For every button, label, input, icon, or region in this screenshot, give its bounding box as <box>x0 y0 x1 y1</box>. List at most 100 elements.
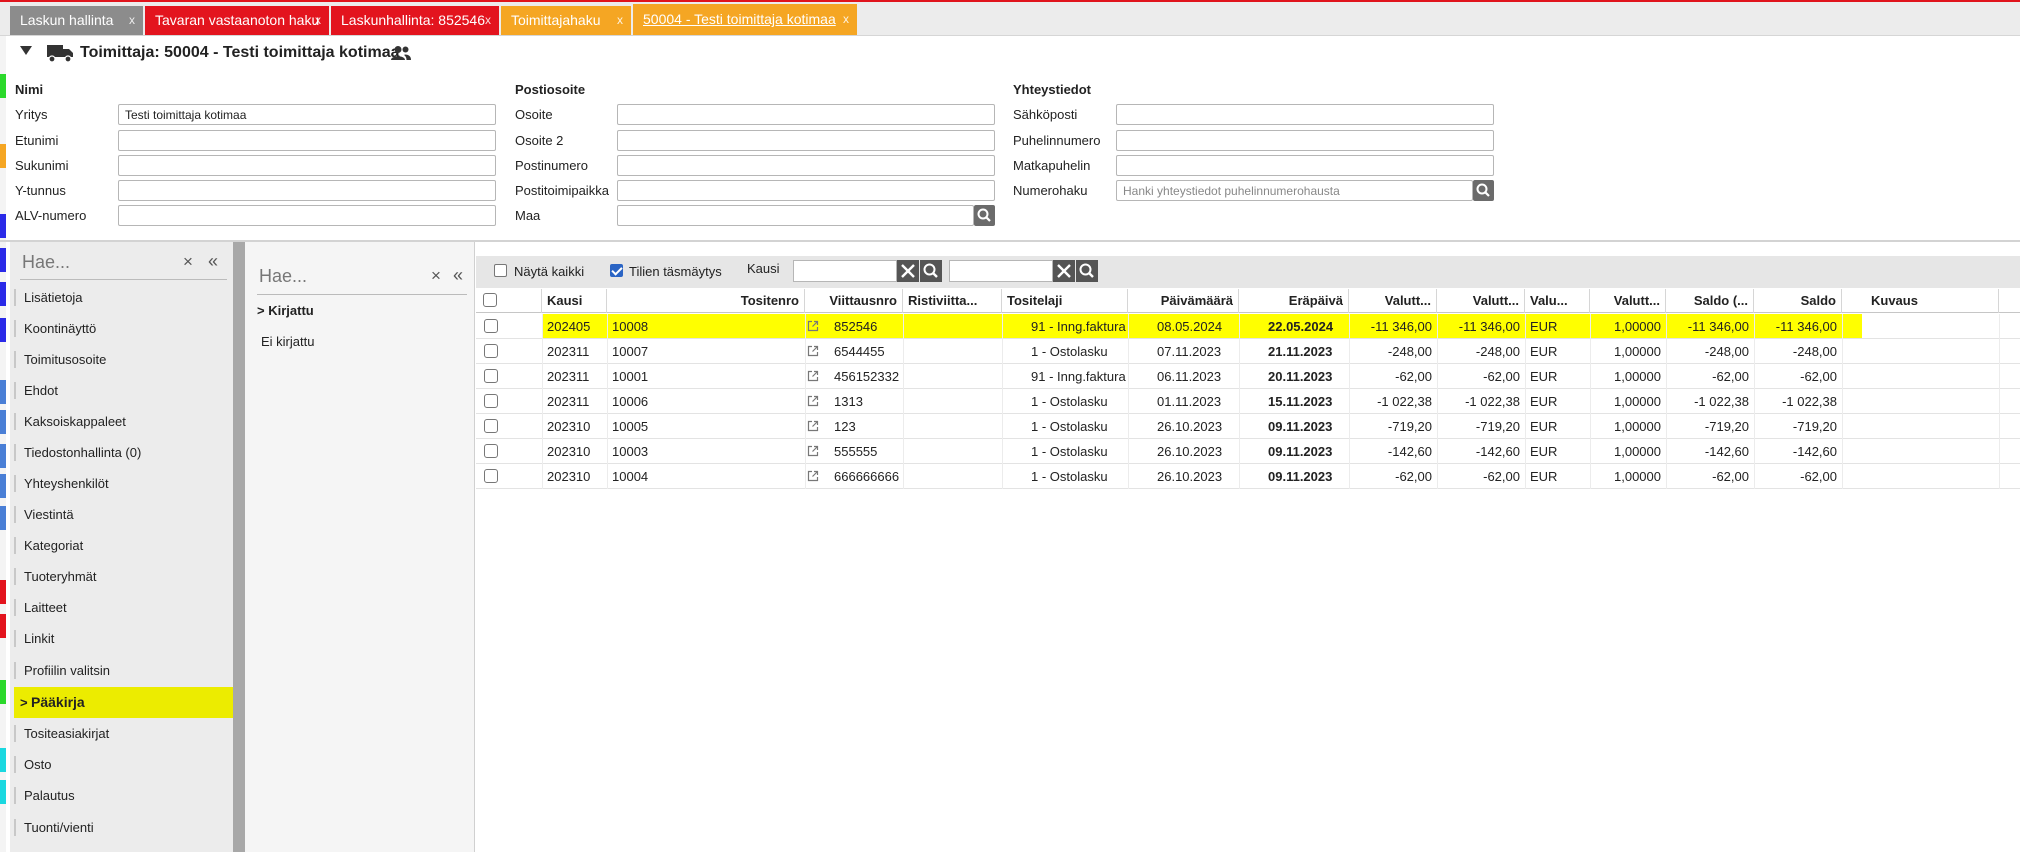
row-checkbox[interactable] <box>484 469 498 483</box>
column-header-ristiviittaus[interactable]: Ristiviitta... <box>903 289 1002 313</box>
table-row[interactable]: 202311 10007 6544455 1 - Ostolasku 07.11.202… <box>476 339 2020 364</box>
tab-close-icon[interactable]: x <box>617 6 623 35</box>
period-from-clear-button[interactable] <box>897 260 919 282</box>
table-row[interactable]: 202405 10008 852546 91 - Inng.faktura 08.05.… <box>476 314 2020 339</box>
filter-search[interactable]: Hae... × « <box>257 265 467 295</box>
sidebar-item-tositeasiakirjat[interactable]: Tositeasiakirjat <box>14 718 233 749</box>
column-header-tositenro[interactable]: Tositenro <box>607 289 805 313</box>
number-lookup-input[interactable] <box>1116 180 1473 201</box>
column-header-paivamaara[interactable]: Päivämäärä <box>1128 289 1239 313</box>
sidebar-item-profiilin-valitsin[interactable]: Profiilin valitsin <box>14 655 233 686</box>
column-header-kausi[interactable]: Kausi <box>542 289 607 313</box>
vat-number-input[interactable] <box>118 205 496 226</box>
sidebar-item-yhteyshenkilot[interactable]: Yhteyshenkilöt <box>14 468 233 499</box>
mobile-input[interactable] <box>1116 155 1494 176</box>
tab-close-icon[interactable]: x <box>315 6 321 35</box>
period-to-search-button[interactable] <box>1076 260 1098 282</box>
tab-close-icon[interactable]: x <box>129 6 135 35</box>
sidebar-item-tuonti-vienti[interactable]: Tuonti/vienti <box>14 812 233 843</box>
column-header-valuutta-1[interactable]: Valutt... <box>1349 289 1437 313</box>
open-document-icon[interactable] <box>807 395 819 407</box>
sidebar-item-linkit[interactable]: Linkit <box>14 623 233 654</box>
first-name-input[interactable] <box>118 130 496 151</box>
tab-close-icon[interactable]: x <box>485 6 491 35</box>
number-lookup-search-button[interactable] <box>1473 180 1494 201</box>
open-document-icon[interactable] <box>807 345 819 357</box>
address-2-input[interactable] <box>617 130 995 151</box>
sidebar-item-koontinaytto[interactable]: Koontinäyttö <box>14 313 233 344</box>
tab-close-icon[interactable]: x <box>843 4 849 35</box>
clear-icon[interactable]: × <box>183 252 193 272</box>
table-row[interactable]: 202310 10003 555555 1 - Ostolasku 26.10.2023… <box>476 439 2020 464</box>
period-from-input[interactable] <box>793 260 897 282</box>
table-row[interactable]: 202310 10005 123 1 - Ostolasku 26.10.2023 09.… <box>476 414 2020 439</box>
collapse-caret-icon[interactable] <box>20 46 32 55</box>
filter-item-kirjattu[interactable]: > Kirjattu <box>257 303 314 318</box>
table-row[interactable]: 202311 10001 456152332 91 - Inng.faktura 06.… <box>476 364 2020 389</box>
business-id-input[interactable] <box>118 180 496 201</box>
collapse-left-icon[interactable]: « <box>208 251 218 272</box>
tab-laskunhallinta-852546[interactable]: Laskunhallinta: 852546 x <box>331 6 499 35</box>
column-header-tositelaji[interactable]: Tositelaji <box>1002 289 1128 313</box>
row-checkbox[interactable] <box>484 444 498 458</box>
filter-item-ei-kirjattu[interactable]: Ei kirjattu <box>261 334 314 349</box>
column-header-valuuttakurssi[interactable]: Valutt... <box>1590 289 1666 313</box>
sidebar-search-placeholder[interactable]: Hae... <box>22 252 70 273</box>
column-header-saldo[interactable]: Saldo <box>1754 289 1842 313</box>
period-from-search-button[interactable] <box>920 260 942 282</box>
open-document-icon[interactable] <box>807 445 819 457</box>
row-checkbox[interactable] <box>484 319 498 333</box>
row-checkbox[interactable] <box>484 394 498 408</box>
open-document-icon[interactable] <box>807 320 819 332</box>
select-all-checkbox[interactable] <box>483 293 497 307</box>
row-checkbox[interactable] <box>484 344 498 358</box>
period-to-clear-button[interactable] <box>1053 260 1075 282</box>
table-row[interactable]: 202311 10006 1313 1 - Ostolasku 01.11.2023 15… <box>476 389 2020 414</box>
postal-code-input[interactable] <box>617 155 995 176</box>
company-name-input[interactable] <box>118 104 496 125</box>
sidebar-item-paakirja[interactable]: > Pääkirja <box>14 687 233 718</box>
table-row[interactable]: 202310 10004 666666666 1 - Ostolasku 26.10.2… <box>476 464 2020 489</box>
tab-toimittajahaku[interactable]: Toimittajahaku x <box>501 6 631 35</box>
open-document-icon[interactable] <box>807 370 819 382</box>
sidebar-item-toimitusosoite[interactable]: Toimitusosoite <box>14 344 233 375</box>
column-header-erapaiva[interactable]: Eräpäivä <box>1239 289 1349 313</box>
open-document-icon[interactable] <box>807 470 819 482</box>
panel-splitter[interactable] <box>233 242 245 852</box>
sidebar-item-ehdot[interactable]: Ehdot <box>14 375 233 406</box>
show-all-checkbox[interactable] <box>494 264 507 277</box>
sidebar-item-kaksoiskappaleet[interactable]: Kaksoiskappaleet <box>14 406 233 437</box>
last-name-input[interactable] <box>118 155 496 176</box>
sidebar-search[interactable]: Hae... × « <box>10 251 233 280</box>
tab-supplier-50004[interactable]: 50004 - Testi toimittaja kotimaa x <box>633 4 857 35</box>
column-header-saldo-valuutta[interactable]: Saldo (... <box>1666 289 1754 313</box>
sidebar-item-tuoteryhmat[interactable]: Tuoteryhmät <box>14 561 233 592</box>
period-to-input[interactable] <box>949 260 1053 282</box>
sidebar-item-tiedostonhallinta[interactable]: Tiedostonhallinta (0) <box>14 437 233 468</box>
tab-laskun-hallinta[interactable]: Laskun hallinta x <box>10 6 143 35</box>
phone-input[interactable] <box>1116 130 1494 151</box>
column-header-valuuttakoodi[interactable]: Valu... <box>1525 289 1590 313</box>
sidebar-item-laitteet[interactable]: Laitteet <box>14 592 233 623</box>
country-input[interactable] <box>617 205 974 226</box>
row-checkbox[interactable] <box>484 369 498 383</box>
filter-search-placeholder[interactable]: Hae... <box>259 266 307 287</box>
address-input[interactable] <box>617 104 995 125</box>
contacts-people-icon[interactable] <box>390 45 412 61</box>
column-header-kuvaus[interactable]: Kuvaus <box>1866 289 1999 313</box>
collapse-left-icon[interactable]: « <box>453 265 463 286</box>
column-header-viittausnro[interactable]: Viittausnro <box>805 289 903 313</box>
clear-icon[interactable]: × <box>431 266 441 286</box>
account-matching-checkbox[interactable] <box>610 264 623 277</box>
sidebar-item-palautus[interactable]: Palautus <box>14 780 233 811</box>
tab-tavaran-vastaanoton-haku[interactable]: Tavaran vastaanoton haku x <box>145 6 329 35</box>
email-input[interactable] <box>1116 104 1494 125</box>
country-search-button[interactable] <box>974 205 995 226</box>
sidebar-item-viestinta[interactable]: Viestintä <box>14 499 233 530</box>
sidebar-item-lisatietoja[interactable]: Lisätietoja <box>14 282 233 313</box>
column-header-valuutta-2[interactable]: Valutt... <box>1437 289 1525 313</box>
open-document-icon[interactable] <box>807 420 819 432</box>
sidebar-item-kategoriat[interactable]: Kategoriat <box>14 530 233 561</box>
row-checkbox[interactable] <box>484 419 498 433</box>
sidebar-item-osto[interactable]: Osto <box>14 749 233 780</box>
